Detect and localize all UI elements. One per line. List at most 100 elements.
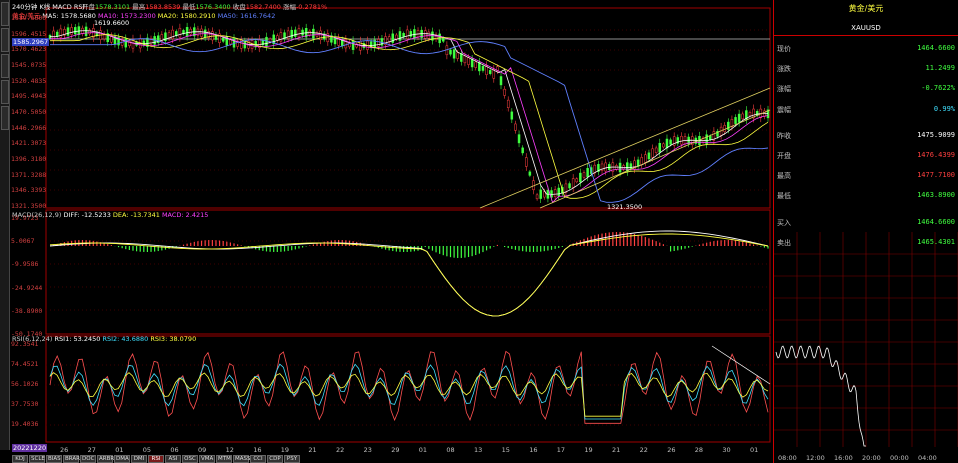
tab-vma[interactable]: VMA bbox=[199, 455, 215, 463]
candle-body bbox=[568, 183, 571, 189]
date-tick: 16 bbox=[253, 446, 262, 454]
candle-body bbox=[395, 34, 398, 40]
side-tab-1[interactable] bbox=[1, 2, 9, 26]
tab-psy[interactable]: PSY bbox=[284, 455, 300, 463]
candle-body bbox=[528, 171, 532, 176]
candle-body bbox=[474, 61, 477, 68]
candle-body bbox=[481, 66, 485, 71]
tab-mass[interactable]: MASS bbox=[233, 455, 251, 463]
candle-body bbox=[525, 157, 528, 167]
candle-body bbox=[301, 29, 304, 36]
side-tab-3[interactable] bbox=[1, 54, 9, 78]
candle-body bbox=[438, 33, 441, 44]
tab-cci[interactable]: CCI bbox=[250, 455, 266, 463]
candle-body bbox=[488, 70, 492, 74]
mini-time-tick: 16:00 bbox=[834, 454, 853, 462]
quote-row: 开盘 1476.4399 bbox=[774, 145, 958, 165]
quote-row: 最低 1463.8900 bbox=[774, 185, 958, 205]
rsi_axis-tick: 56.1026 bbox=[11, 380, 39, 388]
candle-body bbox=[658, 142, 662, 153]
macd_axis-tick: -38.8900 bbox=[11, 306, 43, 315]
tab-asi[interactable]: ASI bbox=[165, 455, 181, 463]
candle-body bbox=[543, 191, 546, 198]
rsi1-line bbox=[49, 350, 769, 424]
candle-body bbox=[175, 31, 178, 36]
side-tab-4[interactable] bbox=[1, 80, 9, 104]
candle-body bbox=[629, 163, 633, 170]
intraday-mini-chart: 08:00 12:00 16:00 20:00 00:00 04:00 bbox=[774, 232, 958, 462]
tab-rsi[interactable]: RSI bbox=[148, 455, 164, 463]
candle-body bbox=[456, 52, 459, 59]
price_axis-tick: 1596.4515 bbox=[11, 29, 47, 38]
kline-chart-svg[interactable] bbox=[0, 0, 772, 463]
price_axis-tick: 1619.6600 bbox=[11, 14, 47, 22]
candle-body bbox=[535, 194, 539, 200]
rsi3-line bbox=[49, 372, 769, 417]
date-tick: 28 bbox=[694, 446, 704, 454]
candle-body bbox=[503, 88, 506, 96]
date-tick: 01 bbox=[750, 446, 759, 454]
candle-body bbox=[59, 28, 63, 38]
tab-cdp[interactable]: CDP bbox=[267, 455, 283, 463]
chart-area[interactable]: 240分钟 K线 MACD RSI 开盘1578.3101 最高1583.853… bbox=[0, 0, 772, 463]
candle-body bbox=[510, 111, 514, 120]
candle-body bbox=[748, 112, 752, 117]
tab-bias[interactable]: BIAS bbox=[46, 455, 62, 463]
candle-body bbox=[423, 30, 427, 39]
date-tick: 22 bbox=[639, 446, 648, 454]
date-tick: 01 bbox=[418, 446, 428, 454]
price_axis-tick: 1495.4943 bbox=[11, 92, 47, 101]
candle-body bbox=[709, 135, 712, 140]
rsi-panel-frame bbox=[45, 335, 771, 443]
price_axis-tick: 1470.5050 bbox=[11, 108, 47, 116]
date-cursor-badge: 20221220 bbox=[12, 444, 48, 452]
rsi-legend: RSI(6,12,24) RSI1: 53.2450 RSI2: 43.6880… bbox=[12, 335, 197, 343]
quote-label: 涨跌 bbox=[777, 65, 791, 74]
tab-brar[interactable]: BRAR bbox=[63, 455, 80, 463]
candle-body bbox=[557, 187, 560, 197]
date-tick: 16 bbox=[529, 446, 538, 454]
tab-dmi[interactable]: DMI bbox=[131, 455, 147, 463]
macd_axis-tick: 5.0067 bbox=[11, 237, 35, 246]
side-tab-2[interactable] bbox=[1, 28, 9, 52]
mini-time-tick: 12:00 bbox=[806, 454, 825, 462]
date-tick: 22 bbox=[336, 446, 345, 454]
side-tab-5[interactable] bbox=[1, 106, 9, 130]
ma50-line bbox=[50, 38, 769, 203]
candle-body bbox=[734, 117, 737, 124]
quote-value: 1475.9099 bbox=[917, 130, 955, 139]
tab-doc[interactable]: DOC bbox=[80, 455, 96, 463]
date-tick: 26 bbox=[60, 446, 69, 454]
quote-row: 现价 1464.6600 bbox=[774, 38, 958, 58]
quote-value: 0.99% bbox=[933, 104, 955, 113]
candle-body bbox=[654, 147, 658, 153]
quote-label: 现价 bbox=[777, 45, 791, 53]
tab-scle[interactable]: SCLE bbox=[29, 455, 45, 463]
quote-value: 1464.6600 bbox=[917, 217, 955, 226]
candle-body bbox=[290, 29, 293, 38]
quote-label: 涨幅 bbox=[777, 85, 791, 94]
macd-legend: MACD(26,12,9) DIFF: -12.5233 DEA: -13.73… bbox=[12, 211, 209, 219]
candle-body bbox=[229, 39, 232, 45]
quote-label: 最低 bbox=[777, 192, 791, 201]
candle-body bbox=[463, 55, 467, 64]
price_axis-tick: 1520.4835 bbox=[11, 76, 47, 85]
candle-body bbox=[442, 37, 445, 42]
tab-mtm[interactable]: MTM bbox=[216, 455, 232, 463]
price_axis-tick: 1321.3500 bbox=[11, 202, 47, 210]
date-tick: 15 bbox=[501, 446, 510, 454]
candle-body bbox=[265, 36, 268, 47]
quote-symbol: XAUUSD bbox=[774, 20, 958, 36]
candle-body bbox=[377, 39, 380, 47]
candle-body bbox=[640, 157, 643, 165]
tab-arbr[interactable]: ARBR bbox=[97, 455, 114, 463]
quote-row: 震幅 0.99% bbox=[774, 99, 958, 119]
tab-dma[interactable]: DMA bbox=[114, 455, 130, 463]
date-tick: 30 bbox=[722, 446, 731, 454]
quote-title: 黄金/美元 bbox=[848, 4, 884, 13]
macd_axis-tick: -24.9244 bbox=[11, 283, 43, 292]
tab-osc[interactable]: OSC bbox=[182, 455, 198, 463]
candle-body bbox=[539, 189, 542, 199]
tab-kdj[interactable]: KDJ bbox=[12, 455, 28, 463]
candle-body bbox=[651, 148, 654, 158]
